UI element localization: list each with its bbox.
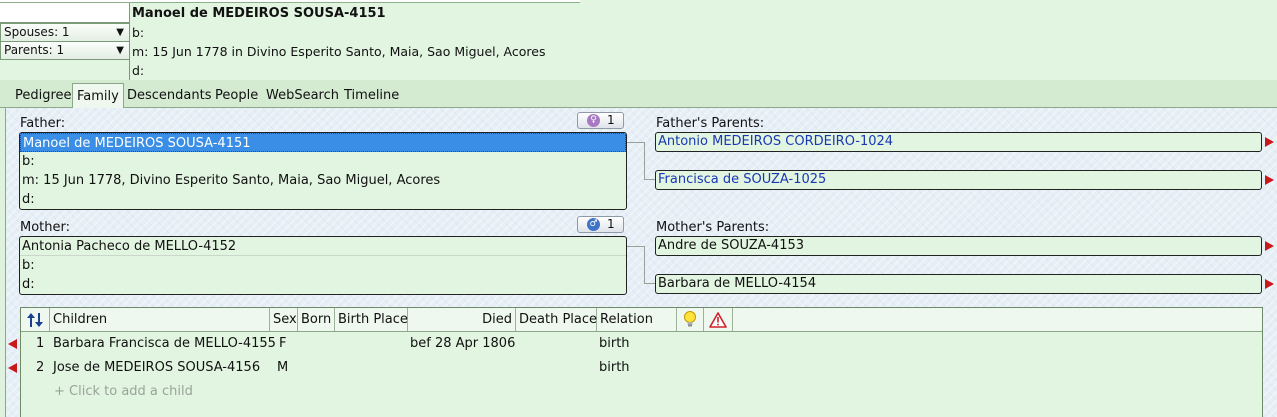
- father-badge-button[interactable]: ♀ 1: [577, 112, 624, 129]
- spouses-dropdown-label: Spouses: 1: [4, 25, 70, 39]
- mother-label: Mother:: [20, 220, 71, 235]
- mother-badge-button[interactable]: ♂ 1: [577, 216, 624, 233]
- father-name[interactable]: Manoel de MEDEIROS SOUSA-4151: [20, 133, 626, 152]
- paternal-grandmother-box[interactable]: Francisca de SOUZA-1025: [655, 170, 1262, 190]
- column-header-died[interactable]: Died: [408, 308, 516, 331]
- child-name[interactable]: Barbara Francisca de MELLO-4155: [53, 332, 276, 356]
- column-header-birth-place[interactable]: Birth Place: [335, 308, 408, 331]
- column-header-sex[interactable]: Sex: [270, 308, 298, 331]
- person-marriage: m: 15 Jun 1778 in Divino Esperito Santo,…: [132, 44, 546, 59]
- warning-icon: [709, 312, 727, 328]
- child-row-marker-icon[interactable]: [8, 339, 17, 349]
- person-name: Manoel de MEDEIROS SOUSA-4151: [132, 6, 386, 21]
- add-child-button[interactable]: + Click to add a child: [54, 380, 193, 404]
- children-grid: Children Sex Born Birth Place Died Death…: [20, 307, 1263, 417]
- father-label: Father:: [20, 116, 66, 131]
- maternal-grandmother-box[interactable]: Barbara de MELLO-4154: [655, 274, 1262, 294]
- expand-arrow-icon[interactable]: [1265, 175, 1274, 185]
- tab-websearch[interactable]: WebSearch: [264, 86, 341, 108]
- column-header-born[interactable]: Born: [298, 308, 335, 331]
- mother-badge-count: 1: [607, 217, 615, 231]
- children-grid-header: Children Sex Born Birth Place Died Death…: [21, 308, 1262, 332]
- maternal-grandfather-box[interactable]: Andre de SOUZA-4153: [655, 236, 1262, 256]
- sort-updown-icon: [27, 313, 43, 327]
- mother-birth: b:: [22, 258, 35, 273]
- hint-column-header[interactable]: [677, 308, 704, 331]
- father-birth: b:: [22, 154, 35, 169]
- column-header-relation[interactable]: Relation: [597, 308, 677, 331]
- expand-arrow-icon[interactable]: [1265, 279, 1274, 289]
- column-header-children[interactable]: Children: [50, 308, 270, 331]
- child-relation: birth: [599, 360, 630, 375]
- expand-arrow-icon[interactable]: [1265, 137, 1274, 147]
- male-person-icon: ♂: [587, 218, 600, 231]
- column-header-death-place[interactable]: Death Place: [516, 308, 597, 331]
- father-badge-count: 1: [607, 113, 615, 127]
- child-sex: F: [279, 336, 287, 351]
- tab-pedigree[interactable]: Pedigree: [13, 86, 74, 108]
- person-birth: b:: [132, 25, 145, 40]
- mother-connector-vertical: [644, 246, 645, 284]
- person-summary: Manoel de MEDEIROS SOUSA-4151 b: m: 15 J…: [132, 4, 1272, 80]
- spouses-dropdown[interactable]: Spouses: 1 ▼: [0, 23, 130, 42]
- child-name[interactable]: Jose de MEDEIROS SOUSA-4156: [53, 356, 260, 380]
- mother-connector: [627, 246, 644, 247]
- sort-button[interactable]: [21, 308, 50, 331]
- mothers-parents-label: Mother's Parents:: [656, 220, 770, 235]
- blank-field[interactable]: [0, 3, 130, 23]
- child-row-number: 1: [36, 336, 45, 351]
- tab-people[interactable]: People: [213, 86, 260, 108]
- dropdown-arrow-icon: ▼: [116, 45, 124, 56]
- paternal-grandfather-box[interactable]: Antonio MEDEIROS CORDEIRO-1024: [655, 132, 1262, 152]
- dropdown-arrow-icon: ▼: [116, 27, 124, 38]
- mother-death: d:: [22, 277, 35, 292]
- father-connector: [627, 142, 644, 143]
- child-sex: M: [277, 360, 289, 375]
- child-row-number: 2: [36, 360, 45, 375]
- view-tabs: Pedigree Family Descendants People WebSe…: [0, 80, 1277, 109]
- fathers-parents-label: Father's Parents:: [656, 116, 765, 131]
- mother-name[interactable]: Antonia Pacheco de MELLO-4152: [20, 237, 626, 256]
- mother-connector-lower: [644, 283, 655, 284]
- person-death: d:: [132, 63, 145, 78]
- header-left-spacer: [0, 60, 130, 80]
- lightbulb-icon: [684, 311, 696, 327]
- child-relation: birth: [599, 336, 630, 351]
- female-person-icon: ♀: [587, 114, 600, 127]
- tab-family[interactable]: Family: [72, 83, 124, 109]
- tab-timeline[interactable]: Timeline: [342, 86, 401, 108]
- father-connector-vertical: [644, 142, 645, 180]
- father-death: d:: [22, 192, 35, 207]
- child-died: bef 28 Apr 1806: [410, 336, 516, 351]
- father-box[interactable]: Manoel de MEDEIROS SOUSA-4151 b: m: 15 J…: [19, 132, 627, 210]
- father-connector-lower: [644, 179, 655, 180]
- expand-arrow-icon[interactable]: [1265, 241, 1274, 251]
- tab-descendants[interactable]: Descendants: [125, 86, 214, 108]
- child-row-marker-icon[interactable]: [8, 363, 17, 373]
- father-marriage: m: 15 Jun 1778, Divino Esperito Santo, M…: [22, 173, 441, 188]
- mother-box[interactable]: Antonia Pacheco de MELLO-4152 b: d:: [19, 236, 627, 295]
- parents-dropdown[interactable]: Parents: 1 ▼: [0, 41, 130, 60]
- warning-column-header[interactable]: [704, 308, 733, 331]
- parents-dropdown-label: Parents: 1: [4, 43, 65, 57]
